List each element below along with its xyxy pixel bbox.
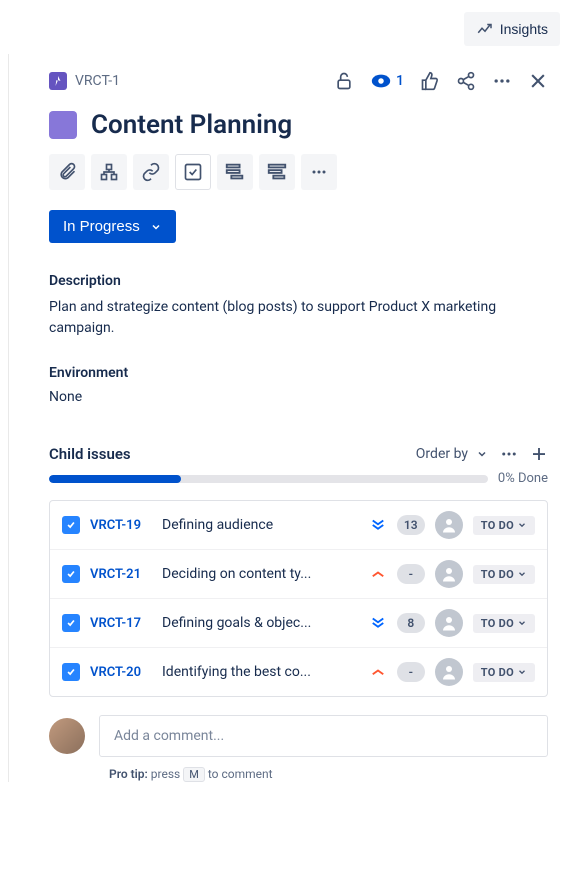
epic-color-swatch[interactable] — [49, 111, 77, 139]
feature-flags-button[interactable] — [259, 154, 295, 190]
assignee-avatar[interactable] — [435, 609, 463, 637]
child-key-link[interactable]: VRCT-20 — [90, 665, 152, 680]
progress-bar — [49, 475, 488, 483]
child-issues-label: Child issues — [49, 445, 131, 463]
chart-icon — [476, 20, 494, 38]
child-issue-row[interactable]: VRCT-21 Deciding on content ty... - TO DO — [50, 550, 547, 599]
watch-count: 1 — [396, 73, 404, 89]
more-actions-button[interactable] — [301, 154, 337, 190]
more-icon[interactable] — [492, 71, 512, 91]
child-summary[interactable]: Defining audience — [162, 517, 359, 533]
issue-title[interactable]: Content Planning — [91, 110, 292, 140]
insights-button[interactable]: Insights — [464, 12, 560, 46]
task-icon — [62, 614, 80, 632]
child-issue-row[interactable]: VRCT-20 Identifying the best co... - TO DO — [50, 648, 547, 696]
environment-label: Environment — [49, 365, 548, 381]
link-button[interactable] — [133, 154, 169, 190]
priority-icon[interactable] — [369, 565, 387, 583]
child-summary[interactable]: Defining goals & objec... — [162, 615, 359, 631]
chevron-down-icon — [150, 221, 162, 233]
environment-value[interactable]: None — [49, 389, 548, 405]
story-points-badge: 13 — [397, 515, 425, 535]
share-icon[interactable] — [456, 71, 476, 91]
user-avatar[interactable] — [49, 718, 85, 754]
child-key-link[interactable]: VRCT-19 — [90, 518, 152, 533]
pro-tip: Pro tip: press M to comment — [109, 767, 548, 782]
description-text[interactable]: Plan and strategize content (blog posts)… — [49, 297, 548, 339]
add-child-icon[interactable] — [530, 445, 548, 463]
issues-in-epic-button[interactable] — [217, 154, 253, 190]
assignee-avatar[interactable] — [435, 560, 463, 588]
order-by-label: Order by — [416, 446, 468, 462]
task-icon — [62, 516, 80, 534]
insights-label: Insights — [500, 21, 548, 37]
story-points-badge: - — [397, 662, 425, 682]
child-summary[interactable]: Deciding on content ty... — [162, 566, 359, 582]
priority-icon[interactable] — [369, 516, 387, 534]
story-points-badge: - — [397, 564, 425, 584]
child-status-dropdown[interactable]: TO DO — [473, 516, 535, 535]
checkbox-button[interactable] — [175, 154, 211, 190]
child-status-dropdown[interactable]: TO DO — [473, 565, 535, 584]
child-issue-row[interactable]: VRCT-19 Defining audience 13 TO DO — [50, 501, 547, 550]
child-more-icon[interactable] — [500, 445, 518, 463]
story-points-badge: 8 — [397, 613, 425, 633]
child-key-link[interactable]: VRCT-21 — [90, 567, 152, 582]
child-issues-list: VRCT-19 Defining audience 13 TO DO VRCT-21 D… — [49, 500, 548, 697]
attach-button[interactable] — [49, 154, 85, 190]
progress-text: 0% Done — [498, 471, 548, 486]
order-by-dropdown[interactable]: Order by — [416, 446, 488, 462]
child-status-dropdown[interactable]: TO DO — [473, 614, 535, 633]
child-status-dropdown[interactable]: TO DO — [473, 663, 535, 682]
priority-icon[interactable] — [369, 663, 387, 681]
priority-icon[interactable] — [369, 614, 387, 632]
task-icon — [62, 565, 80, 583]
child-key-link[interactable]: VRCT-17 — [90, 616, 152, 631]
comment-input[interactable]: Add a comment... — [99, 715, 548, 757]
status-label: In Progress — [63, 218, 140, 235]
assignee-avatar[interactable] — [435, 658, 463, 686]
epic-icon — [49, 72, 67, 90]
like-icon[interactable] — [420, 71, 440, 91]
add-child-button[interactable] — [91, 154, 127, 190]
task-icon — [62, 663, 80, 681]
child-summary[interactable]: Identifying the best co... — [162, 664, 359, 680]
status-dropdown[interactable]: In Progress — [49, 210, 176, 243]
description-label: Description — [49, 273, 548, 289]
child-issue-row[interactable]: VRCT-17 Defining goals & objec... 8 TO DO — [50, 599, 547, 648]
watch-button[interactable]: 1 — [370, 70, 404, 92]
lock-icon[interactable] — [334, 71, 354, 91]
assignee-avatar[interactable] — [435, 511, 463, 539]
close-icon[interactable] — [528, 71, 548, 91]
issue-key-link[interactable]: VRCT-1 — [75, 73, 120, 89]
